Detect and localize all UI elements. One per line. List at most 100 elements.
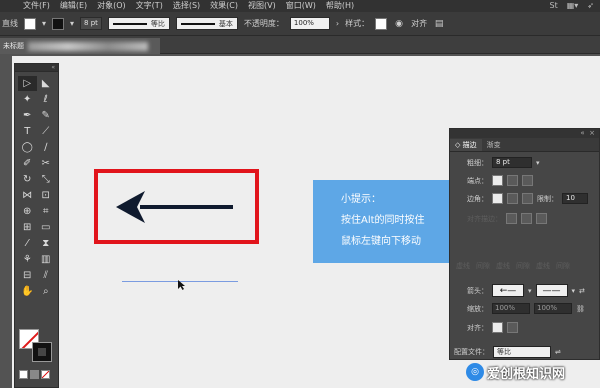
dash-label-3: 虚线 [536,262,550,270]
bevel-join-icon[interactable] [522,193,533,204]
magic-wand-tool-icon[interactable]: ✦ [18,92,37,107]
fill-swatch[interactable] [24,17,36,30]
hand-tool-icon[interactable]: ✋ [18,284,37,299]
opacity-input[interactable]: 100% [289,17,330,30]
recolor-icon[interactable]: ◉ [393,18,405,30]
start-arrowhead-dropdown-icon[interactable]: ▾ [528,287,532,295]
limit-input[interactable]: 10 [562,193,588,204]
swap-arrowheads-icon[interactable]: ⇄ [579,287,585,295]
arrange-documents-icon[interactable]: ▦▾ [567,1,579,10]
start-arrowhead-select[interactable]: ←— [492,284,524,297]
line-segment-tool-icon[interactable]: ⟋ [37,124,56,139]
gradient-tool-icon[interactable]: ▭ [37,220,56,235]
butt-cap-icon[interactable] [492,175,503,186]
shaper-tool-icon[interactable]: ✐ [18,156,37,171]
cap-label: 端点： [467,176,488,185]
paintbrush-tool-icon[interactable]: ∕ [37,140,56,155]
menu-window[interactable]: 窗口(W) [281,0,321,12]
opacity-arrow-icon[interactable]: › [336,19,339,28]
type-tool-icon[interactable]: T [18,124,37,139]
scale-tool-icon[interactable]: ⤡ [37,172,56,187]
free-transform-tool-icon[interactable]: ⊡ [37,188,56,203]
projecting-cap-icon[interactable] [522,175,533,186]
color-mode-icon[interactable] [19,370,28,379]
end-arrowhead-dropdown-icon[interactable]: ▾ [572,287,576,295]
menu-bar: 文件(F) 编辑(E) 对象(O) 文字(T) 选择(S) 效果(C) 视图(V… [0,0,600,12]
document-tab[interactable]: 未标题 [0,38,160,54]
profile-label: 等比 [150,19,165,28]
blend-tool-icon[interactable]: ⧗ [37,236,56,251]
weight-dropdown-icon[interactable]: ▾ [536,159,540,167]
gpu-rocket-icon[interactable]: ➶ [587,1,594,10]
slice-tool-icon[interactable]: ⫽ [37,268,56,283]
round-cap-icon[interactable] [507,175,518,186]
variable-width-profile-select[interactable]: 等比 [107,17,170,30]
arrow-line-artwork[interactable] [112,188,238,226]
align-link[interactable]: 对齐 [411,18,427,29]
symbol-sprayer-tool-icon[interactable]: ⚘ [18,252,37,267]
pen-tool-icon[interactable]: ✒ [18,108,37,123]
fill-dropdown-icon[interactable]: ▾ [42,19,46,28]
gradient-mode-icon[interactable] [30,370,39,379]
mesh-tool-icon[interactable]: ⊞ [18,220,37,235]
fill-stroke-swatches[interactable] [19,329,55,363]
selection-tool-icon[interactable]: ▷ [18,76,37,91]
align-center-icon[interactable] [506,213,517,224]
dash-label-2: 虚线 [496,262,510,270]
scissors-tool-icon[interactable]: ✂ [37,156,56,171]
stroke-weight-select[interactable]: 8 pt [80,17,102,30]
menu-select[interactable]: 选择(S) [168,0,205,12]
menu-object[interactable]: 对象(O) [92,0,131,12]
round-join-icon[interactable] [507,193,518,204]
zoom-tool-icon[interactable]: ⌕ [37,284,56,299]
scale-start-input[interactable]: 100% [492,303,530,314]
lasso-tool-icon[interactable]: ℓ [37,92,56,107]
align-outside-icon[interactable] [536,213,547,224]
shape-builder-tool-icon[interactable]: ⊕ [18,204,37,219]
weight-input[interactable]: 8 pt [492,157,532,168]
scale-end-input[interactable]: 100% [534,303,572,314]
stroke-color-icon[interactable] [32,342,52,362]
rotate-tool-icon[interactable]: ↻ [18,172,37,187]
arrow-place-icon[interactable] [507,322,518,333]
align-inside-icon[interactable] [521,213,532,224]
menu-file[interactable]: 文件(F) [18,0,55,12]
column-graph-tool-icon[interactable]: ▥ [37,252,56,267]
tab-stroke[interactable]: ◇ 描边 [450,139,482,151]
menu-type[interactable]: 文字(T) [131,0,168,12]
dash-label-1: 虚线 [456,262,470,270]
tab-gradient[interactable]: 渐变 [482,139,506,151]
menu-view[interactable]: 视图(V) [243,0,281,12]
menu-help[interactable]: 帮助(H) [321,0,359,12]
miter-join-icon[interactable] [492,193,503,204]
watermark: ◎ 爱创根知识网 [466,360,565,384]
gap-label-1: 间隙 [476,262,490,270]
flip-profile-icon[interactable]: ⇌ [555,348,561,356]
artboard-tool-icon[interactable]: ⊟ [18,268,37,283]
link-scale-icon[interactable]: ⛓ [576,305,585,313]
profile-select[interactable]: 等比 [493,346,551,358]
direct-selection-tool-icon[interactable]: ◣ [37,76,56,91]
arrowheads-label: 箭头： [467,286,488,295]
curvature-tool-icon[interactable]: ✎ [37,108,56,123]
arrow-extend-icon[interactable] [492,322,503,333]
brush-definition-select[interactable]: 基本 [175,17,238,30]
menu-edit[interactable]: 编辑(E) [55,0,92,12]
tools-panel-header[interactable]: « [15,64,58,72]
st-icon[interactable]: St [550,1,558,10]
panel-collapse-icon[interactable]: « × [450,129,599,138]
end-arrowhead-select[interactable]: —— [535,284,568,297]
transform-icon[interactable]: ▤ [433,18,445,30]
eyedropper-tool-icon[interactable]: ⁄ [18,236,37,251]
stroke-panel: « × ◇ 描边 渐变 粗细： 8 pt ▾ 端点： 边角： 限制： 10 对齐… [449,128,600,360]
none-mode-icon[interactable] [41,370,50,379]
menu-effect[interactable]: 效果(C) [205,0,243,12]
watermark-logo-icon: ◎ [466,363,484,381]
control-bar: 直线 ▾ ▾ 8 pt 等比 基本 不透明度： 100% › 样式： ◉ 对齐 … [0,12,600,36]
profile-line-icon [112,22,147,25]
graphic-style-swatch[interactable] [375,17,388,30]
width-tool-icon[interactable]: ⋈ [18,188,37,203]
perspective-grid-tool-icon[interactable]: ⌗ [37,204,56,219]
stroke-swatch[interactable] [52,17,65,30]
ellipse-tool-icon[interactable]: ◯ [18,140,37,155]
